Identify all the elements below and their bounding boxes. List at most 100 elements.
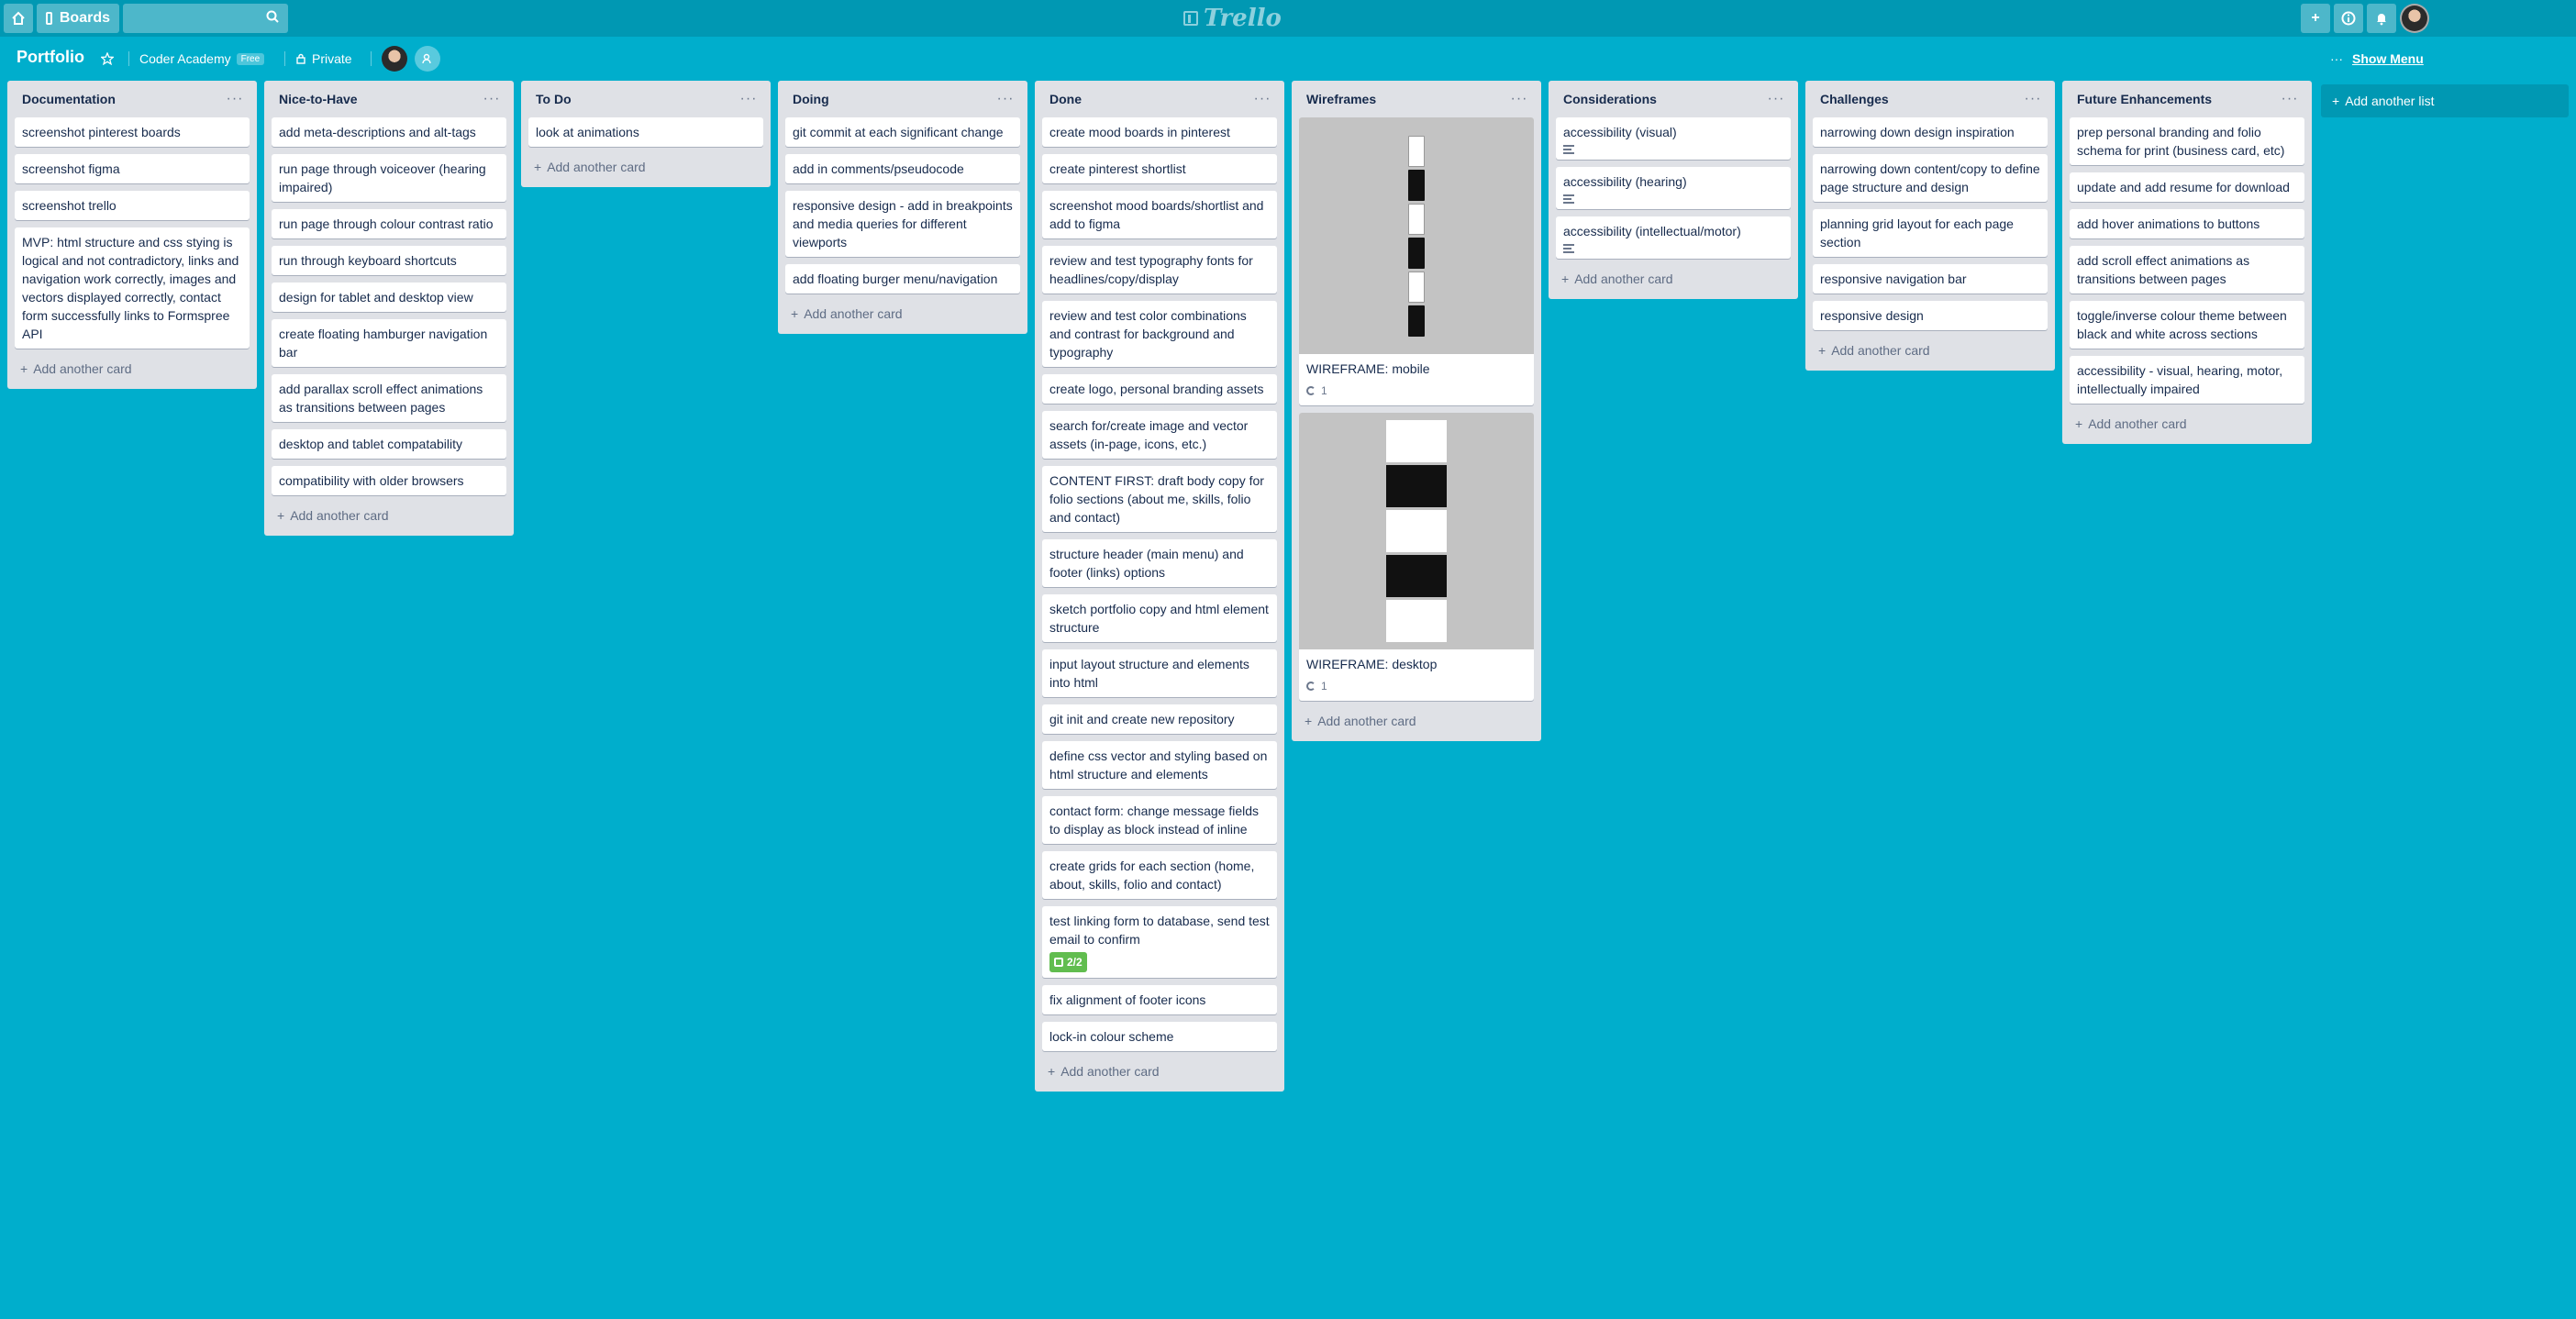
list-menu-icon[interactable]: ··· (1251, 91, 1273, 107)
card[interactable]: create logo, personal branding assets (1042, 374, 1277, 404)
card[interactable]: review and test color combinations and c… (1042, 301, 1277, 367)
card[interactable]: screenshot mood boards/shortlist and add… (1042, 191, 1277, 238)
list-menu-icon[interactable]: ··· (2279, 91, 2301, 107)
card[interactable]: sketch portfolio copy and html element s… (1042, 594, 1277, 642)
list-title[interactable]: Nice-to-Have (279, 92, 358, 106)
list-menu-icon[interactable]: ··· (224, 91, 246, 107)
card[interactable]: screenshot pinterest boards (15, 117, 250, 147)
card[interactable]: accessibility - visual, hearing, motor, … (2070, 356, 2304, 404)
add-card-button[interactable]: + Add another card (2070, 411, 2304, 437)
card[interactable]: responsive design (1813, 301, 2048, 330)
card[interactable]: test linking form to database, send test… (1042, 906, 1277, 978)
card[interactable]: git commit at each significant change (785, 117, 1020, 147)
add-card-button[interactable]: + Add another card (272, 503, 506, 528)
add-card-button[interactable]: + Add another card (1556, 266, 1791, 292)
invite-member-button[interactable] (415, 46, 440, 72)
show-menu-button[interactable]: ··· Show Menu (2330, 51, 2424, 66)
divider (128, 51, 129, 66)
card[interactable]: accessibility (hearing) (1556, 167, 1791, 209)
list-title[interactable]: Done (1049, 92, 1082, 106)
list-title[interactable]: Future Enhancements (2077, 92, 2212, 106)
list-header: Nice-to-Have ··· (272, 81, 506, 117)
star-board-button[interactable] (101, 48, 114, 70)
card[interactable]: responsive navigation bar (1813, 264, 2048, 294)
add-card-button[interactable]: + Add another card (1299, 708, 1534, 734)
trello-logo[interactable]: Trello (1183, 5, 1282, 32)
add-card-button[interactable]: + Add another card (528, 154, 763, 180)
card[interactable]: create floating hamburger navigation bar (272, 319, 506, 367)
member-avatar[interactable] (382, 46, 407, 72)
card[interactable]: desktop and tablet compatability (272, 429, 506, 459)
list-menu-icon[interactable]: ··· (994, 91, 1016, 107)
card[interactable]: create grids for each section (home, abo… (1042, 851, 1277, 899)
card[interactable]: git init and create new repository (1042, 704, 1277, 734)
notifications-button[interactable] (2367, 4, 2396, 33)
list-menu-icon[interactable]: ··· (2022, 91, 2044, 107)
card[interactable]: create pinterest shortlist (1042, 154, 1277, 183)
card[interactable]: WIREFRAME: desktop 1 (1299, 413, 1534, 701)
card[interactable]: accessibility (intellectual/motor) (1556, 216, 1791, 259)
team-button[interactable]: Coder Academy Free (139, 48, 265, 70)
card[interactable]: narrowing down design inspiration (1813, 117, 2048, 147)
boards-button[interactable]: Boards (37, 4, 119, 33)
card[interactable]: add scroll effect animations as transiti… (2070, 246, 2304, 294)
add-card-button[interactable]: + Add another card (15, 356, 250, 382)
card[interactable]: planning grid layout for each page secti… (1813, 209, 2048, 257)
card[interactable]: prep personal branding and folio schema … (2070, 117, 2304, 165)
list-title[interactable]: Considerations (1563, 92, 1657, 106)
card[interactable]: run page through colour contrast ratio (272, 209, 506, 238)
home-button[interactable] (4, 4, 33, 33)
card[interactable]: search for/create image and vector asset… (1042, 411, 1277, 459)
card[interactable]: create mood boards in pinterest (1042, 117, 1277, 147)
card[interactable]: run page through voiceover (hearing impa… (272, 154, 506, 202)
card-badges: 2/2 (1049, 952, 1270, 972)
card[interactable]: look at animations (528, 117, 763, 147)
list-menu-icon[interactable]: ··· (1508, 91, 1530, 107)
card[interactable]: define css vector and styling based on h… (1042, 741, 1277, 789)
board-title[interactable]: Portfolio (17, 48, 84, 67)
card[interactable]: fix alignment of footer icons (1042, 985, 1277, 1014)
card[interactable]: design for tablet and desktop view (272, 283, 506, 312)
list-menu-icon[interactable]: ··· (738, 91, 760, 107)
search-icon[interactable] (266, 10, 279, 23)
card[interactable]: compatibility with older browsers (272, 466, 506, 495)
create-button[interactable]: + (2301, 4, 2330, 33)
card[interactable]: add floating burger menu/navigation (785, 264, 1020, 294)
user-avatar[interactable] (2400, 4, 2429, 33)
visibility-button[interactable]: Private (295, 48, 352, 70)
card[interactable]: accessibility (visual) (1556, 117, 1791, 160)
search-input[interactable] (123, 4, 288, 33)
card[interactable]: lock-in colour scheme (1042, 1022, 1277, 1051)
list: Considerations ··· accessibility (visual) a… (1549, 81, 1798, 299)
card[interactable]: screenshot trello (15, 191, 250, 220)
card[interactable]: structure header (main menu) and footer … (1042, 539, 1277, 587)
card[interactable]: WIREFRAME: mobile 1 (1299, 117, 1534, 405)
card[interactable]: update and add resume for download (2070, 172, 2304, 202)
info-button[interactable] (2334, 4, 2363, 33)
card[interactable]: add parallax scroll effect animations as… (272, 374, 506, 422)
card[interactable]: screenshot figma (15, 154, 250, 183)
card[interactable]: contact form: change message fields to d… (1042, 796, 1277, 844)
card[interactable]: add in comments/pseudocode (785, 154, 1020, 183)
list-title[interactable]: Doing (793, 92, 829, 106)
add-card-button[interactable]: + Add another card (1042, 1059, 1277, 1084)
card[interactable]: run through keyboard shortcuts (272, 246, 506, 275)
list-title[interactable]: Challenges (1820, 92, 1889, 106)
card[interactable]: add hover animations to buttons (2070, 209, 2304, 238)
card[interactable]: input layout structure and elements into… (1042, 649, 1277, 697)
card[interactable]: MVP: html structure and css stying is lo… (15, 227, 250, 349)
list-menu-icon[interactable]: ··· (1765, 91, 1787, 107)
add-card-button[interactable]: + Add another card (1813, 338, 2048, 363)
list-title[interactable]: Documentation (22, 92, 116, 106)
add-list-button[interactable]: + Add another list (2321, 84, 2569, 117)
add-card-button[interactable]: + Add another card (785, 301, 1020, 327)
card[interactable]: toggle/inverse colour theme between blac… (2070, 301, 2304, 349)
card[interactable]: CONTENT FIRST: draft body copy for folio… (1042, 466, 1277, 532)
card[interactable]: narrowing down content/copy to define pa… (1813, 154, 2048, 202)
list-title[interactable]: Wireframes (1306, 92, 1376, 106)
card[interactable]: responsive design - add in breakpoints a… (785, 191, 1020, 257)
card[interactable]: review and test typography fonts for hea… (1042, 246, 1277, 294)
list-title[interactable]: To Do (536, 92, 572, 106)
list-menu-icon[interactable]: ··· (481, 91, 503, 107)
card[interactable]: add meta-descriptions and alt-tags (272, 117, 506, 147)
